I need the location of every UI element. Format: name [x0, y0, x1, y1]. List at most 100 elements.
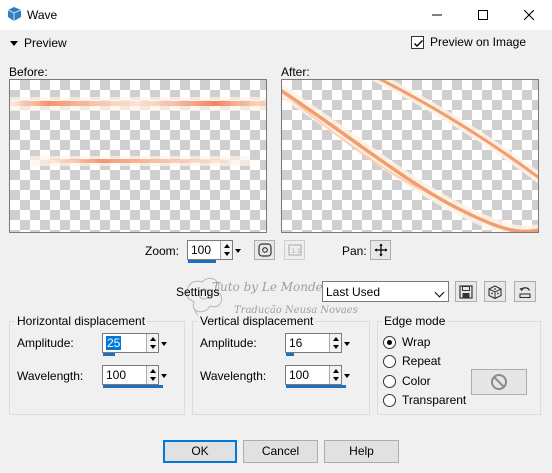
edge-mode-option-repeat[interactable]: Repeat: [383, 354, 441, 368]
zoom-label: Zoom:: [145, 244, 180, 258]
title-bar: Wave: [0, 0, 552, 30]
vertical-amplitude-value[interactable]: 16: [289, 336, 302, 350]
psp-app-icon: [7, 7, 22, 21]
dice-icon: [488, 284, 502, 299]
edge-mode-title: Edge mode: [382, 314, 448, 328]
pan-label: Pan:: [342, 244, 367, 258]
save-disk-icon: [459, 284, 473, 299]
edge-mode-radio-wrap[interactable]: [383, 335, 396, 349]
zoom-value: 100: [191, 243, 212, 257]
settings-label: Settings: [176, 285, 220, 299]
settings-preset-select[interactable]: Last Used: [322, 281, 449, 302]
zoom-spin-arrows[interactable]: [220, 241, 232, 259]
spin-up-icon: [333, 369, 339, 373]
cancel-button[interactable]: Cancel: [243, 440, 318, 463]
horizontal-amplitude-slider-bar[interactable]: [103, 353, 115, 356]
close-icon: [524, 10, 534, 20]
pan-button[interactable]: [370, 240, 391, 260]
randomize-button[interactable]: [484, 281, 506, 302]
zoom-slider-bar[interactable]: [188, 260, 216, 263]
vertical-displacement-title: Vertical displacement: [198, 314, 316, 328]
maximize-icon: [478, 10, 488, 20]
edge-mode-label-transparent: Transparent: [402, 393, 467, 407]
horizontal-amplitude-stepper[interactable]: 25: [102, 333, 167, 356]
edge-mode-label-wrap: Wrap: [402, 335, 431, 349]
horizontal-wavelength-label: Wavelength:: [17, 369, 84, 383]
edge-color-swatch[interactable]: [471, 369, 527, 395]
vertical-wavelength-slider-bar[interactable]: [286, 385, 346, 388]
window-title: Wave: [27, 8, 58, 22]
horizontal-amplitude-label: Amplitude:: [17, 336, 74, 350]
preview-on-image-label: Preview on Image: [429, 35, 526, 49]
chevron-down-icon: [432, 282, 448, 301]
vertical-amplitude-slider-bar[interactable]: [286, 353, 294, 356]
vertical-wavelength-label: Wavelength:: [200, 369, 267, 383]
spin-down-icon: [224, 252, 230, 256]
after-label: After:: [281, 65, 310, 79]
spin-up-icon: [224, 244, 230, 248]
edge-mode-label-repeat: Repeat: [402, 354, 441, 368]
edge-mode-option-transparent[interactable]: Transparent: [383, 393, 466, 407]
save-preset-button[interactable]: [455, 281, 477, 302]
preview-on-image-option[interactable]: Preview on Image: [410, 35, 526, 49]
preview-label: Preview: [24, 36, 67, 50]
collapse-caret-icon: [10, 40, 18, 46]
pan-move-icon: [374, 243, 387, 257]
ok-button[interactable]: OK: [163, 440, 237, 463]
before-preview-image: [10, 97, 266, 166]
svg-text:1:1: 1:1: [291, 248, 301, 255]
horizontal-amplitude-dropdown-icon[interactable]: [159, 334, 169, 352]
zoom-fit-icon: [257, 243, 272, 257]
zoom-stepper[interactable]: 100: [187, 240, 241, 263]
edge-mode-option-wrap[interactable]: Wrap: [383, 335, 430, 349]
spin-down-icon: [333, 377, 339, 381]
vertical-amplitude-spin-arrows[interactable]: [329, 334, 341, 352]
after-preview-image: [282, 80, 538, 232]
horizontal-amplitude-spin-arrows[interactable]: [146, 334, 158, 352]
horizontal-wavelength-value[interactable]: 100: [106, 368, 126, 382]
vertical-wavelength-spin-arrows[interactable]: [329, 366, 341, 384]
actual-size-icon: 1:1: [288, 244, 301, 256]
reset-button[interactable]: [514, 281, 536, 302]
horizontal-displacement-title: Horizontal displacement: [15, 314, 148, 328]
maximize-button[interactable]: [460, 0, 506, 30]
settings-selected-value: Last Used: [326, 285, 381, 299]
before-label: Before:: [9, 65, 48, 79]
vertical-amplitude-dropdown-icon[interactable]: [342, 334, 352, 352]
horizontal-amplitude-value[interactable]: 25: [106, 336, 122, 350]
spin-up-icon: [150, 369, 156, 373]
zoom-actual-size-button[interactable]: 1:1: [284, 240, 305, 260]
vertical-amplitude-label: Amplitude:: [200, 336, 257, 350]
vertical-amplitude-stepper[interactable]: 16: [285, 333, 350, 356]
vertical-wavelength-value[interactable]: 100: [289, 368, 309, 382]
horizontal-wavelength-dropdown-icon[interactable]: [159, 366, 169, 384]
minimize-icon: [432, 14, 442, 16]
spin-down-icon: [150, 345, 156, 349]
spin-up-icon: [150, 337, 156, 341]
zoom-to-fit-button[interactable]: [254, 240, 275, 260]
reset-arrow-icon: [519, 286, 531, 298]
preview-toggle[interactable]: Preview: [10, 36, 67, 50]
edge-mode-radio-color[interactable]: [383, 374, 396, 388]
vertical-wavelength-stepper[interactable]: 100: [285, 365, 350, 388]
horizontal-wavelength-spin-arrows[interactable]: [146, 366, 158, 384]
vertical-wavelength-dropdown-icon[interactable]: [342, 366, 352, 384]
edge-mode-radio-repeat[interactable]: [383, 354, 396, 368]
preview-on-image-checkbox[interactable]: [410, 35, 424, 49]
horizontal-wavelength-stepper[interactable]: 100: [102, 365, 167, 388]
horizontal-wavelength-slider-bar[interactable]: [103, 385, 163, 388]
edge-mode-option-color[interactable]: Color: [383, 374, 431, 388]
no-color-icon: [491, 374, 507, 390]
after-preview-canvas[interactable]: [281, 79, 539, 233]
before-preview-canvas[interactable]: [9, 79, 267, 233]
spin-down-icon: [150, 377, 156, 381]
spin-down-icon: [333, 345, 339, 349]
edge-mode-radio-transparent[interactable]: [383, 393, 396, 407]
spin-up-icon: [333, 337, 339, 341]
close-button[interactable]: [506, 0, 552, 30]
minimize-button[interactable]: [414, 0, 460, 30]
zoom-dropdown-icon[interactable]: [233, 241, 243, 259]
edge-mode-label-color: Color: [402, 374, 431, 388]
help-button[interactable]: Help: [324, 440, 399, 463]
preview-row: Preview Preview on Image: [0, 30, 552, 58]
